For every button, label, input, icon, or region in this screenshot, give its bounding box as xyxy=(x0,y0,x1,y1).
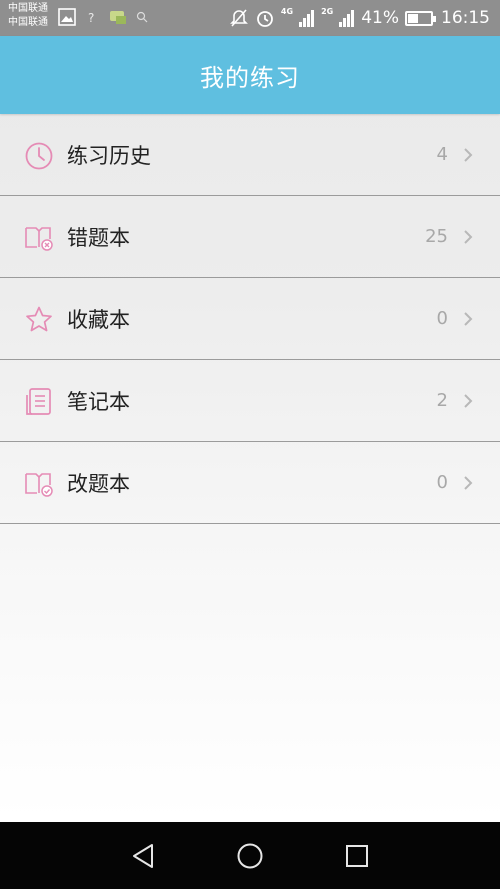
back-triangle-icon xyxy=(133,843,154,868)
item-label: 笔记本 xyxy=(67,389,130,414)
list-item-notebook[interactable]: 笔记本 2 xyxy=(0,360,500,442)
status-bar: 中国联通 中国联通 ? 4G 2G 41% 16:15 xyxy=(0,0,500,36)
wifi-question-icon: ? xyxy=(88,11,94,25)
mute-icon xyxy=(229,9,248,27)
signal-icon-2 xyxy=(339,10,355,27)
clock-time: 16:15 xyxy=(441,8,490,28)
list-item-practice-history[interactable]: 练习历史 4 xyxy=(0,114,500,196)
item-count: 0 xyxy=(436,472,448,493)
chevron-right-icon xyxy=(464,393,473,408)
star-icon xyxy=(26,306,52,332)
corrected-book-icon xyxy=(25,473,53,497)
battery-percent: 41% xyxy=(361,8,399,28)
chevron-right-icon xyxy=(464,229,473,244)
status-right: 4G 2G 41% 16:15 xyxy=(229,5,490,31)
wrong-book-icon xyxy=(25,227,53,251)
list-item-favorites[interactable]: 收藏本 0 xyxy=(0,278,500,360)
notebook-icon xyxy=(26,388,51,415)
list-item-wrong-book[interactable]: 错题本 25 xyxy=(0,196,500,278)
chevron-right-icon xyxy=(464,311,473,326)
carrier-names: 中国联通 中国联通 xyxy=(8,2,48,30)
battery-icon xyxy=(405,10,436,26)
item-label: 错题本 xyxy=(67,225,130,250)
recents-square-icon xyxy=(345,844,368,867)
network-type-2: 2G xyxy=(321,7,334,16)
system-nav-bar xyxy=(0,822,500,889)
item-label: 收藏本 xyxy=(67,307,130,332)
item-label: 练习历史 xyxy=(67,143,151,168)
item-count: 0 xyxy=(436,308,448,329)
notification-icons: ? xyxy=(58,8,148,26)
item-count: 2 xyxy=(436,390,448,411)
recents-button[interactable] xyxy=(342,841,372,871)
chevron-right-icon xyxy=(464,475,473,490)
carrier-2: 中国联通 xyxy=(8,17,48,28)
item-label: 改题本 xyxy=(67,471,130,496)
home-button[interactable] xyxy=(235,841,265,871)
battery-fill xyxy=(408,13,418,23)
item-count: 4 xyxy=(436,144,448,165)
search-icon xyxy=(136,11,148,23)
practice-list: 练习历史 4 错题本 25 收藏本 0 笔记本 2 改题本 0 xyxy=(0,114,500,524)
home-circle-icon xyxy=(237,843,263,868)
message-icon xyxy=(110,11,126,24)
network-type-1: 4G xyxy=(280,7,294,16)
back-button[interactable] xyxy=(128,841,158,871)
list-item-corrected-book[interactable]: 改题本 0 xyxy=(0,442,500,524)
chevron-right-icon xyxy=(464,147,473,162)
svg-text:?: ? xyxy=(88,11,94,25)
carrier-1: 中国联通 xyxy=(8,3,48,14)
image-icon xyxy=(58,8,76,26)
clock-icon xyxy=(25,142,53,170)
alarm-icon xyxy=(257,11,273,27)
signal-icon-1 xyxy=(299,10,315,27)
page-title: 我的练习 xyxy=(200,63,300,92)
page-header: 我的练习 xyxy=(0,36,500,114)
item-count: 25 xyxy=(425,226,448,247)
